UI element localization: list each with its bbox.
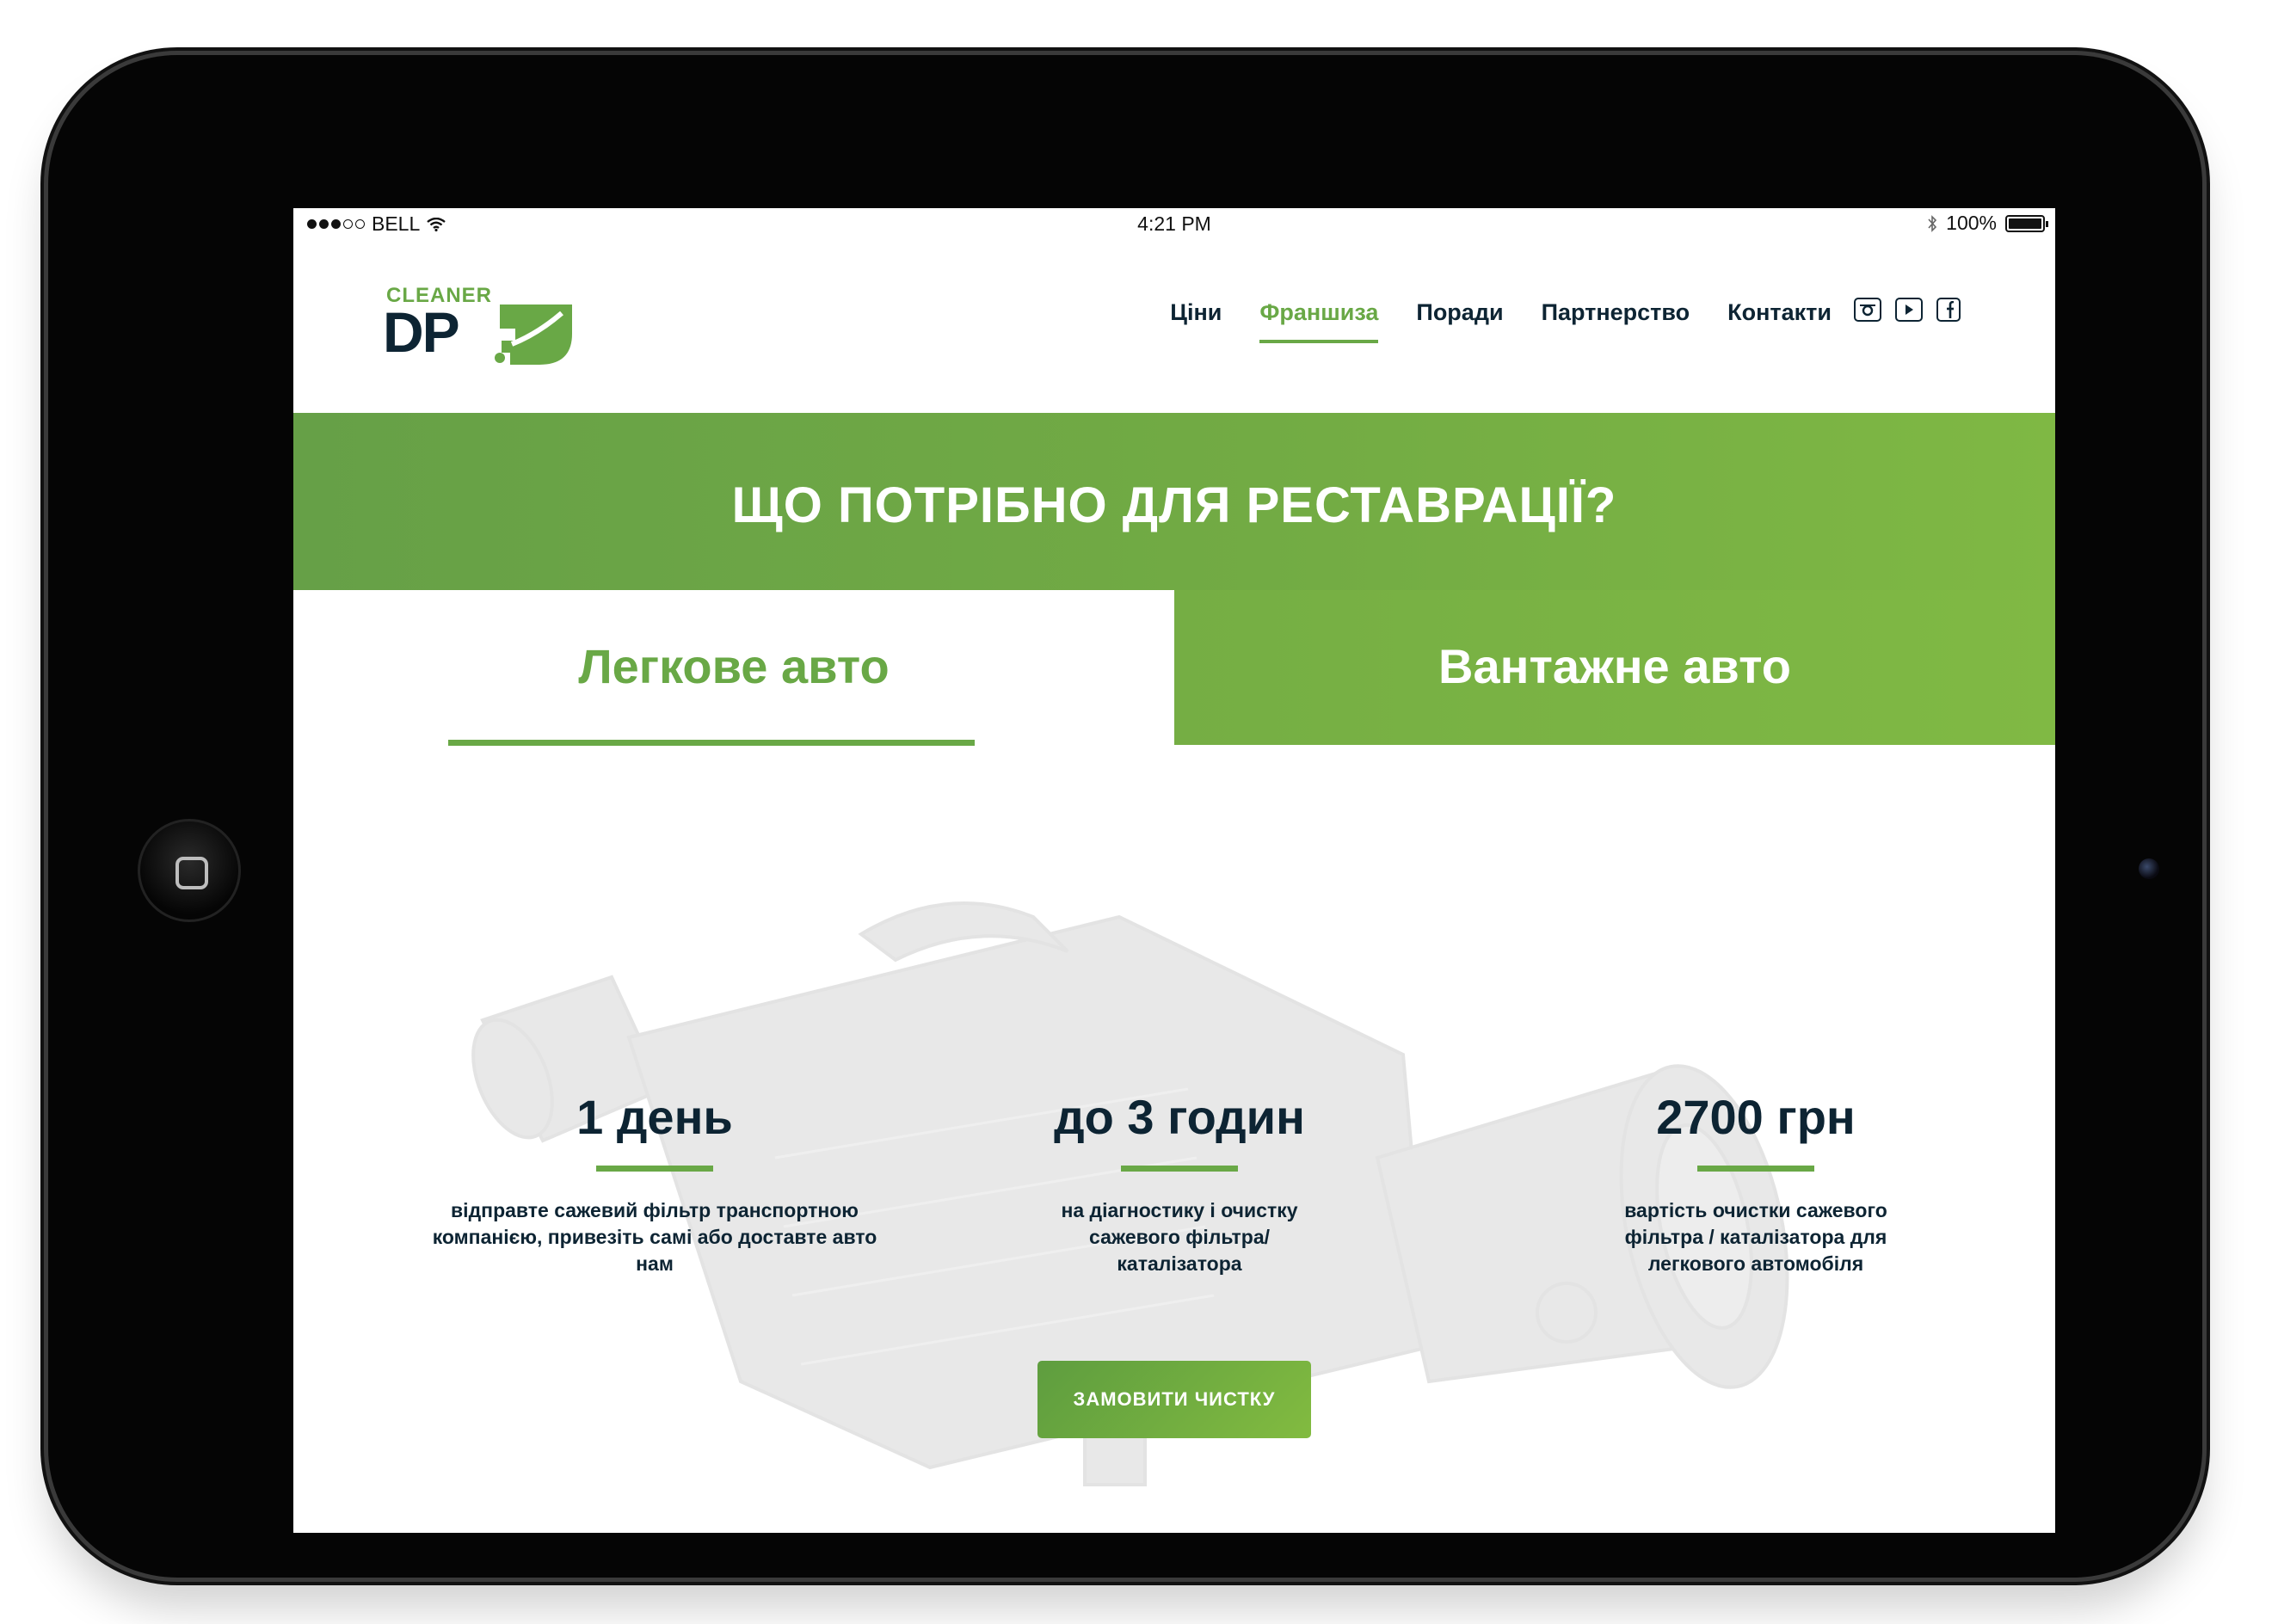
stat-divider [1121, 1166, 1238, 1172]
battery-icon [2005, 214, 2048, 232]
social-links [1854, 298, 1961, 322]
tab-truck[interactable]: Вантажне авто [1174, 590, 2055, 745]
stat-delivery-value: 1 день [576, 1090, 733, 1144]
stat-price: 2700 грн вартість очистки сажевого фільт… [1532, 1089, 1979, 1277]
status-bar: BELL 4:21 PM 100% [293, 208, 2055, 237]
instagram-icon[interactable] [1854, 298, 1881, 322]
stat-price-value: 2700 грн [1656, 1090, 1856, 1144]
nav-item-tips[interactable]: Поради [1416, 299, 1503, 343]
tab-truck-label: Вантажне авто [1438, 639, 1791, 693]
ipad-frame: BELL 4:21 PM 100% CLEANER DP Ціни Франши… [48, 55, 2202, 1578]
front-camera [2139, 858, 2159, 879]
nav-item-partnership[interactable]: Партнерство [1542, 299, 1690, 343]
tab-passenger-car[interactable]: Легкове авто [293, 590, 1174, 745]
logo-big-text: DP [383, 300, 460, 364]
bluetooth-icon [1928, 214, 1937, 232]
vehicle-tabs: Легкове авто Вантажне авто [293, 590, 2055, 746]
nav-item-contacts[interactable]: Контакти [1727, 299, 1832, 343]
section-banner: ЩО ПОТРІБНО ДЛЯ РЕСТАВРАЦІЇ? [293, 413, 2055, 590]
tab-content: 1 день відправте сажевий фільтр транспор… [293, 745, 2055, 1533]
stat-time-text: на діагностику і очистку сажевого фільтр… [1061, 1199, 1298, 1275]
stat-divider [596, 1166, 713, 1172]
home-button[interactable] [138, 819, 241, 922]
stat-divider [1697, 1166, 1814, 1172]
order-cleaning-button[interactable]: ЗАМОВИТИ ЧИСТКУ [1037, 1361, 1311, 1438]
site-header: CLEANER DP Ціни Франшиза Поради Партнерс… [293, 237, 2055, 409]
logo-leaf-icon [495, 304, 572, 365]
tab-passenger-car-label: Легкове авто [578, 639, 890, 693]
screen: BELL 4:21 PM 100% CLEANER DP Ціни Франши… [293, 208, 2055, 1533]
main-nav: Ціни Франшиза Поради Партнерство Контакт… [1170, 299, 1832, 343]
nav-item-prices[interactable]: Ціни [1170, 299, 1222, 343]
banner-title: ЩО ПОТРІБНО ДЛЯ РЕСТАВРАЦІЇ? [731, 477, 1617, 533]
stat-time: до 3 годин на діагностику і очистку саже… [956, 1089, 1403, 1277]
status-right: 100% [1927, 212, 2048, 235]
youtube-icon[interactable] [1895, 298, 1923, 322]
logo[interactable]: CLEANER DP [383, 280, 589, 375]
stat-delivery-text: відправте сажевий фільтр транспортною ко… [432, 1199, 877, 1275]
battery-percent: 100% [1946, 212, 1997, 234]
stat-time-value: до 3 годин [1054, 1090, 1305, 1144]
stat-price-text: вартість очистки сажевого фільтра / ката… [1624, 1199, 1887, 1275]
status-time: 4:21 PM [1137, 212, 1211, 235]
stat-delivery: 1 день відправте сажевий фільтр транспор… [431, 1089, 878, 1277]
nav-item-franchise[interactable]: Франшиза [1259, 299, 1379, 343]
facebook-icon[interactable] [1936, 298, 1961, 322]
home-square-icon [175, 857, 208, 889]
